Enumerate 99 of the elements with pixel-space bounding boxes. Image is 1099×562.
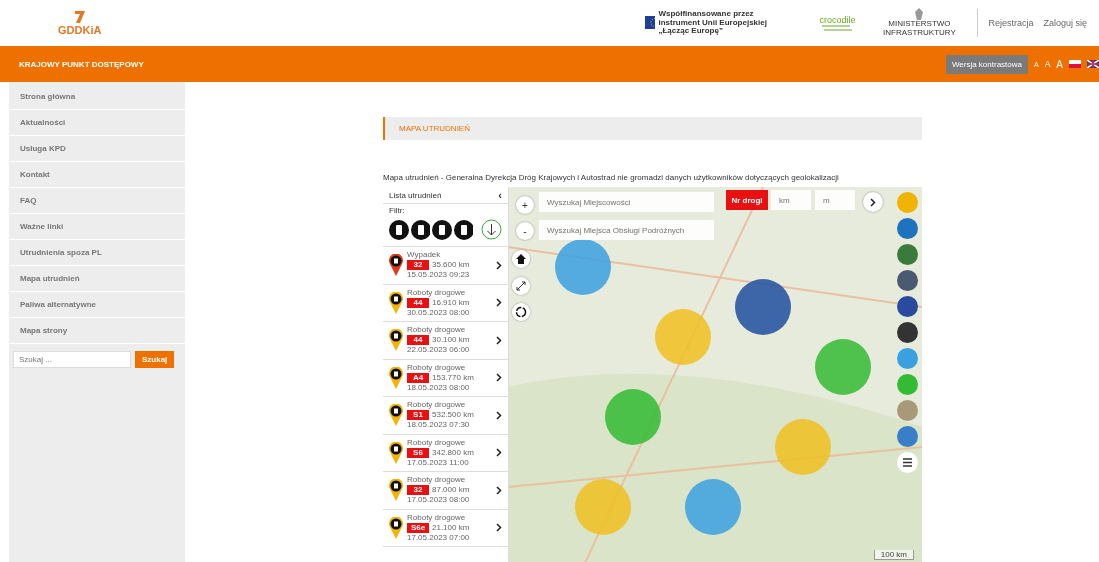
filter-label: Filtr: [388, 205, 406, 217]
incident-item[interactable]: Wypadek 32 35.600 km 15.05.2023 09:23 [383, 247, 508, 285]
chevron-right-icon [496, 335, 502, 345]
sidebar-item[interactable]: Mapa strony [9, 318, 185, 344]
search-field[interactable]: Szukaj ... [13, 351, 131, 368]
incident-date: 18.05.2023 07:30 [407, 420, 471, 431]
chevron-right-icon [496, 410, 502, 420]
incident-type: Roboty drogowe [407, 287, 467, 298]
collapse-button[interactable]: ‹ [498, 189, 502, 201]
crocodile-logo-text: crocodile [819, 15, 856, 25]
incident-date: 17.05.2023 08:00 [407, 495, 471, 506]
font-size-link[interactable]: A [1044, 59, 1051, 69]
sidebar-item[interactable]: FAQ [9, 188, 185, 214]
incident-km: 153.770 km [432, 372, 474, 383]
eu-funding-text: Współfinansowane przez instrument Unii Europejskiej „Łącząc Europę” [658, 9, 768, 37]
chevron-right-icon [496, 260, 502, 270]
road-number: 32 [407, 485, 429, 496]
eu-flag-icon [645, 16, 656, 30]
accident-pin-icon [389, 254, 403, 277]
sidebar-item[interactable]: Mapa utrudnień [9, 266, 185, 292]
incident-km: 30.100 km [432, 335, 470, 346]
roadworks-pin-icon [389, 291, 403, 314]
chevron-right-icon [496, 448, 502, 458]
scale-bar: 100 km [873, 550, 914, 560]
incident-date: 15.05.2023 09:23 [407, 270, 471, 281]
road-number: 44 [407, 335, 429, 346]
incident-date: 17.05.2023 07:00 [407, 532, 471, 543]
font-size-link[interactable]: A [1056, 58, 1063, 70]
incident-item[interactable]: Roboty drogowe S1 532.500 km 18.05.2023 07:30 [383, 397, 508, 435]
incident-km: 21.100 km [432, 522, 470, 533]
roadworks-pin-icon [389, 441, 403, 464]
list-icon[interactable] [897, 452, 918, 473]
incident-km: 35.600 km [432, 260, 470, 271]
sidebar-item[interactable]: Strona główna [9, 84, 185, 110]
polish-flag-icon[interactable] [1069, 60, 1081, 68]
incident-date: 22.05.2023 06:00 [407, 345, 471, 356]
map-caption: Mapa utrudnień - Generalna Dyrekcja Dróg Krajowych i Autostrad nie gromadzi danych użytkowników dotyczących geolokalizacji [383, 173, 840, 182]
chevron-right-icon [496, 523, 502, 533]
incident-km: 342.800 km [432, 447, 474, 458]
road-number: S6e [407, 522, 429, 533]
uk-flag-icon[interactable] [1087, 60, 1099, 68]
logo-text: GDDKiA [58, 24, 102, 36]
place-search-field[interactable]: Wyszukaj Miejscowości [539, 192, 714, 212]
header-link[interactable]: Rejestracja [988, 18, 1034, 28]
roadworks-pin-icon [389, 404, 403, 427]
incident-date: 30.05.2023 08:00 [407, 307, 471, 318]
roadworks-pin-icon [389, 479, 403, 502]
incident-item[interactable]: Roboty drogowe 44 16.910 km 30.05.2023 08:00 [383, 284, 508, 322]
incident-km: 532.500 km [432, 410, 474, 421]
road-number: 32 [407, 260, 429, 271]
road-number: S6 [407, 447, 429, 458]
sidebar-item[interactable]: Usługa KPD [9, 136, 185, 162]
incident-type: Roboty drogowe [407, 325, 467, 336]
header-link[interactable]: Zaloguj się [1043, 18, 1087, 28]
km-field[interactable]: km [771, 190, 811, 210]
road-number: S1 [407, 410, 429, 421]
incident-item[interactable]: Roboty drogowe 32 87.000 km 17.05.2023 08:00 [383, 472, 508, 510]
road-number: A4 [407, 372, 429, 383]
roadworks-pin-icon [389, 366, 403, 389]
sidebar-item[interactable]: Utrudnienia spoza PL [9, 240, 185, 266]
sidebar-item[interactable]: Kontakt [9, 162, 185, 188]
chevron-right-icon [870, 197, 876, 207]
incident-item[interactable]: Roboty drogowe S6e 21.100 km 17.05.2023 07:00 [383, 509, 508, 547]
incident-km: 87.000 km [432, 485, 470, 496]
contrast-button[interactable]: Wersja kontrastowa [945, 54, 1028, 74]
roadworks-pin-icon [389, 329, 403, 352]
filter-icon[interactable] [453, 219, 474, 240]
rest-area-search-field[interactable]: Wyszukaj Miejsca Obsługi Podróżnych [539, 220, 714, 240]
breadcrumb-title: MAPA UTRUDNIEŃ [399, 124, 470, 133]
filter-icon[interactable] [410, 219, 431, 240]
road-number: 44 [407, 297, 429, 308]
filter-icon[interactable] [389, 219, 409, 240]
m-field[interactable]: m [815, 190, 855, 210]
list-title: Lista utrudnień [389, 190, 442, 200]
chevron-right-icon [496, 485, 502, 495]
sidebar-item[interactable]: Aktualności [9, 110, 185, 136]
portal-title: KRAJOWY PUNKT DOSTĘPOWY [19, 59, 145, 69]
incident-type: Roboty drogowe [407, 437, 467, 448]
roadworks-pin-icon [389, 516, 403, 539]
incident-type: Roboty drogowe [407, 512, 467, 523]
sidebar-item[interactable]: Paliwa alternatywne [9, 292, 185, 318]
incident-item[interactable]: Roboty drogowe 44 30.100 km 22.05.2023 06:00 [383, 322, 508, 360]
chevron-right-icon [496, 298, 502, 308]
incident-type: Roboty drogowe [407, 400, 467, 411]
incident-km: 16.910 km [432, 297, 470, 308]
chevron-right-icon [496, 373, 502, 383]
incident-date: 18.05.2023 08:00 [407, 382, 471, 393]
road-number-button[interactable]: Nr drogi [726, 190, 768, 210]
incident-type: Wypadek [407, 250, 442, 261]
incident-item[interactable]: Roboty drogowe A4 153.770 km 18.05.2023 08:00 [383, 359, 508, 397]
incident-type: Roboty drogowe [407, 362, 467, 373]
logo-icon [72, 10, 87, 24]
sidebar-item[interactable]: Ważne linki [9, 214, 185, 240]
ministry-text: MINISTERSTWO INFRASTRUKTURY [882, 20, 957, 38]
incident-type: Roboty drogowe [407, 475, 467, 486]
search-button[interactable]: Szukaj [135, 351, 175, 368]
filter-icon[interactable] [432, 219, 452, 240]
incident-date: 17.05.2023 11:00 [407, 457, 470, 468]
incident-item[interactable]: Roboty drogowe S6 342.800 km 17.05.2023 11:00 [383, 434, 508, 472]
